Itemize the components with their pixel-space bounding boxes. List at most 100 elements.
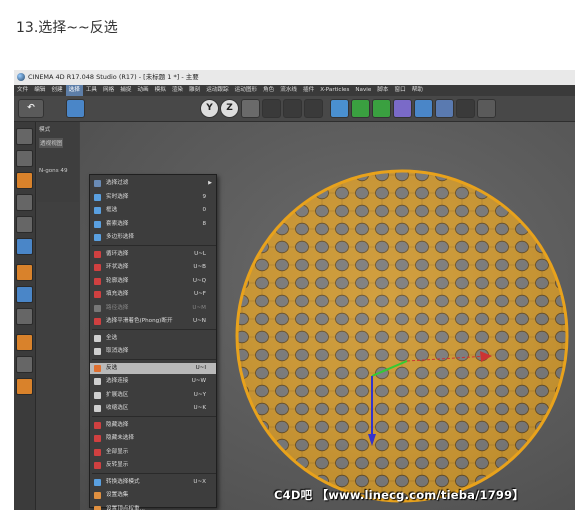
model-mode-button[interactable] bbox=[16, 150, 33, 167]
deformer-button[interactable] bbox=[393, 99, 412, 118]
filter-icon bbox=[94, 180, 101, 187]
hide-select-icon bbox=[94, 421, 101, 429]
menu-item-label: 多边形选择 bbox=[106, 234, 134, 240]
menu-item[interactable]: 隐藏未选择 bbox=[90, 433, 216, 444]
render-picture-viewer-button[interactable] bbox=[283, 99, 302, 118]
menubar-item[interactable]: 帮助 bbox=[409, 85, 426, 96]
menu-item[interactable]: 多边形选择 bbox=[90, 232, 216, 243]
render-settings-button[interactable] bbox=[304, 99, 323, 118]
camera-button[interactable] bbox=[456, 99, 475, 118]
rect-select-icon bbox=[94, 207, 101, 214]
menu-item[interactable]: 环状选择 U~B bbox=[90, 262, 216, 273]
make-editable-button[interactable] bbox=[16, 128, 33, 145]
menubar-item[interactable]: 模拟 bbox=[152, 85, 169, 96]
menu-item[interactable]: 扩展选区 U~Y bbox=[90, 390, 216, 401]
menubar-item[interactable]: 脚本 bbox=[374, 85, 391, 96]
coord-system-button[interactable] bbox=[241, 99, 260, 118]
attribute-panel: 模式 透视视图 N-gons 49 bbox=[37, 122, 79, 202]
title-bar: CINEMA 4D R17.048 Studio (R17) - [未标题 1 … bbox=[14, 70, 575, 85]
shrink-select-icon bbox=[94, 405, 101, 412]
fill-select-icon bbox=[94, 291, 101, 298]
point-mode-button[interactable] bbox=[16, 216, 33, 233]
menu-item-label: 选择连接 bbox=[106, 378, 129, 384]
light-button[interactable] bbox=[477, 99, 496, 118]
menu-item[interactable]: 框选 0 bbox=[90, 205, 216, 216]
polygon-select-icon bbox=[94, 234, 101, 241]
snap-button[interactable] bbox=[16, 308, 33, 325]
menu-item[interactable]: 反转显示 bbox=[90, 460, 216, 471]
menubar-item[interactable]: 角色 bbox=[260, 85, 277, 96]
menu-item[interactable]: 套索选择 8 bbox=[90, 219, 216, 230]
menu-item[interactable]: 设置选集 bbox=[90, 490, 216, 501]
menu-item-shortcut: U~Q bbox=[192, 277, 206, 284]
lasso-icon bbox=[94, 220, 101, 228]
render-view-button[interactable] bbox=[262, 99, 281, 118]
menu-item-label: 收缩选区 bbox=[106, 405, 129, 411]
menu-item[interactable]: 全部显示 bbox=[90, 447, 216, 458]
menu-bar: 文件 编辑 创建 选择 工具 网格 捕捉 动画 模拟 渲染 雕刻 运动跟踪 运动图形 角色 流水线 插件 X-P… bbox=[14, 85, 575, 96]
path-select-icon bbox=[94, 304, 101, 312]
convert-select-icon bbox=[94, 478, 101, 486]
menubar-item[interactable]: 编辑 bbox=[31, 85, 48, 96]
tweak-mode-button[interactable] bbox=[16, 286, 33, 303]
menubar-item[interactable]: 运动跟踪 bbox=[203, 85, 231, 96]
menubar-item[interactable]: 动画 bbox=[134, 85, 151, 96]
menu-item[interactable]: 全选 bbox=[90, 333, 216, 344]
menu-item[interactable]: 设置顶点权重... bbox=[90, 504, 216, 510]
menu-item[interactable]: 实时选择 9 bbox=[90, 192, 216, 203]
menu-item[interactable]: 循环选择 U~L bbox=[90, 249, 216, 260]
grid-button[interactable] bbox=[16, 356, 33, 373]
menu-item[interactable]: 转换选择模式 U~X bbox=[90, 477, 216, 488]
menubar-item[interactable]: 网格 bbox=[100, 85, 117, 96]
pen-button[interactable] bbox=[351, 99, 370, 118]
y-axis-button[interactable]: Y bbox=[200, 99, 219, 118]
texture-mode-button[interactable] bbox=[16, 172, 33, 189]
menu-item[interactable]: 反选 U~I bbox=[90, 362, 216, 374]
z-axis-button[interactable]: Z bbox=[220, 99, 239, 118]
menu-separator bbox=[92, 244, 216, 246]
menu-item[interactable]: 收缩选区 U~K bbox=[90, 403, 216, 414]
sphere-object[interactable] bbox=[232, 166, 572, 510]
subdivision-button[interactable] bbox=[372, 99, 391, 118]
menubar-item[interactable]: 雕刻 bbox=[186, 85, 203, 96]
lock-workplane-button[interactable] bbox=[16, 378, 33, 395]
menu-item[interactable]: 选择过滤 ▶ bbox=[90, 178, 216, 189]
menu-item-label: 反转显示 bbox=[106, 462, 129, 468]
panel-view-label: 透视视图 bbox=[39, 138, 64, 148]
menubar-item[interactable]: 文件 bbox=[14, 85, 31, 96]
menubar-item[interactable]: 捕捉 bbox=[117, 85, 134, 96]
sky-button[interactable] bbox=[435, 99, 454, 118]
undo-button[interactable]: ↶ bbox=[18, 99, 44, 118]
grow-select-icon bbox=[94, 391, 101, 399]
select-all-icon bbox=[94, 334, 101, 342]
menubar-item[interactable]: 选择 bbox=[65, 85, 83, 96]
sphere-mesh bbox=[235, 169, 569, 503]
menu-item[interactable]: 填充选择 U~F bbox=[90, 289, 216, 300]
menu-item[interactable]: 隐藏选择 bbox=[90, 420, 216, 431]
menu-item-shortcut: 9 bbox=[202, 193, 206, 200]
menubar-item[interactable]: Navie bbox=[352, 85, 374, 96]
menu-item[interactable]: 取消选择 bbox=[90, 346, 216, 357]
move-tool-button[interactable] bbox=[66, 99, 85, 118]
floor-button[interactable] bbox=[414, 99, 433, 118]
cube-button[interactable] bbox=[330, 99, 349, 118]
menu-item-label: 设置选集 bbox=[106, 492, 129, 498]
menu-item-label: 环状选择 bbox=[106, 264, 129, 270]
menubar-item[interactable]: 窗口 bbox=[392, 85, 409, 96]
menubar-item[interactable]: 流水线 bbox=[277, 85, 300, 96]
menu-item[interactable]: 选择平滑着色(Phong)断开 U~N bbox=[90, 316, 216, 327]
polygon-mode-button[interactable] bbox=[16, 238, 33, 255]
menubar-item[interactable]: 运动图形 bbox=[232, 85, 260, 96]
menubar-item[interactable]: 创建 bbox=[48, 85, 65, 96]
menubar-item[interactable]: 插件 bbox=[300, 85, 317, 96]
menu-item-shortcut: U~Y bbox=[193, 391, 206, 398]
menu-item[interactable]: 轮廓选择 U~Q bbox=[90, 276, 216, 287]
magnet-button[interactable] bbox=[16, 334, 33, 351]
menu-item[interactable]: 选择连接 U~W bbox=[90, 376, 216, 387]
menubar-item[interactable]: X-Particles bbox=[317, 85, 352, 96]
menubar-item[interactable]: 工具 bbox=[83, 85, 100, 96]
axis-mode-button[interactable] bbox=[16, 264, 33, 281]
menu-separator bbox=[92, 328, 216, 330]
workplane-button[interactable] bbox=[16, 194, 33, 211]
menubar-item[interactable]: 渲染 bbox=[169, 85, 186, 96]
